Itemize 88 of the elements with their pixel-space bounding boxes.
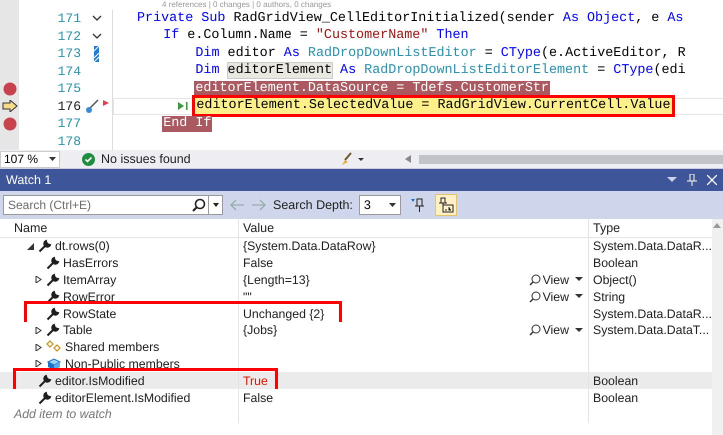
- wrench-icon: [46, 306, 60, 321]
- watch-value: False: [243, 256, 274, 270]
- breakpoint-icon[interactable]: [2, 82, 16, 96]
- watch-type: String: [593, 290, 626, 304]
- scroll-left-icon[interactable]: [404, 155, 411, 163]
- line-number: 174: [58, 62, 81, 80]
- line-number: 178: [58, 132, 81, 150]
- watch-name: Shared members: [65, 340, 160, 354]
- execution-arrow-icon: [2, 100, 18, 112]
- run-to-click-icon[interactable]: [177, 100, 190, 112]
- watch-name: Table: [63, 323, 92, 338]
- watch-name: RowError: [63, 290, 115, 304]
- wrench-icon: [46, 272, 60, 287]
- watch-value: {System.Data.DataRow}: [243, 239, 376, 254]
- watch-name: editorElement.IsModified: [55, 390, 190, 405]
- watch-type: System.Data.DataR...: [593, 239, 712, 254]
- search-icon: [528, 274, 541, 286]
- add-watch-field[interactable]: Add item to watch: [14, 407, 112, 422]
- watch-type: Boolean: [593, 256, 638, 270]
- watch-name: HasErrors: [63, 256, 118, 270]
- expanded-arrow-icon[interactable]: [27, 242, 34, 250]
- watch-name: dt.rows(0): [55, 239, 110, 254]
- wrench-icon: [46, 290, 60, 304]
- column-header[interactable]: Type: [593, 221, 620, 235]
- check-icon: [82, 152, 95, 166]
- code-line: Dim editorElement As RadDropDownListEditorElement = CType(edi: [194, 63, 687, 80]
- search-icon: [192, 198, 206, 212]
- code-line: If e.Column.Name = "CustomerName" Then: [162, 28, 470, 44]
- watch-name: Non-Public members: [65, 356, 180, 371]
- search-depth-label: Search Depth:: [273, 198, 353, 212]
- code-line: Dim editor As RadDropDownListEditor = CType(e.ActiveEditor, R: [194, 46, 687, 62]
- breakpoint-icon[interactable]: [2, 116, 16, 131]
- caret-icon: [575, 328, 585, 333]
- watch-value: False: [243, 390, 274, 405]
- view-button[interactable]: View: [526, 272, 588, 287]
- raw-view-toggle[interactable]: [434, 194, 457, 216]
- column-header[interactable]: Name: [14, 221, 48, 235]
- issues-status[interactable]: No issues found: [101, 152, 191, 166]
- wrench-icon: [38, 374, 52, 388]
- line-number: 176: [58, 98, 81, 115]
- search-depth-dropdown[interactable]: 3: [358, 195, 401, 215]
- search-icon: [528, 324, 541, 336]
- watch-name: editor.IsModified: [55, 374, 145, 388]
- view-button[interactable]: View: [526, 290, 588, 304]
- wrench-icon: [38, 239, 52, 254]
- search-field[interactable]: Search (Ctrl+E): [3, 195, 223, 215]
- watch-type: Boolean: [593, 374, 638, 388]
- watch-type: Boolean: [593, 390, 638, 405]
- caret-icon: [575, 277, 585, 282]
- line-number: 173: [58, 45, 81, 62]
- search-icon: [528, 290, 541, 303]
- watch-name: RowState: [63, 306, 116, 321]
- view-button[interactable]: View: [526, 323, 588, 338]
- caret-icon: [575, 294, 585, 300]
- caret-icon: [388, 203, 396, 207]
- line-number: 177: [58, 115, 81, 132]
- collapsed-arrow-icon[interactable]: [35, 360, 42, 368]
- watch-value: "": [243, 290, 252, 304]
- change-bar-icon: [94, 46, 99, 62]
- box-icon: [46, 356, 62, 371]
- dropdown-icon[interactable]: [208, 196, 222, 214]
- collapsed-arrow-icon[interactable]: [35, 276, 42, 284]
- wrench-icon: [38, 390, 52, 405]
- line-number: 172: [58, 28, 81, 45]
- watch-value: {Jobs}: [243, 323, 278, 338]
- horizontal-scrollbar[interactable]: [418, 154, 723, 164]
- vertical-scrollbar[interactable]: [712, 219, 723, 435]
- watch-value: {Length=13}: [243, 272, 310, 287]
- caret-icon: [49, 157, 56, 161]
- zoom-dropdown[interactable]: 107 %: [0, 150, 60, 168]
- wrench-icon: [46, 323, 60, 338]
- watch-type: System.Data.DataT...: [593, 323, 710, 338]
- watch-type: Object(): [593, 272, 637, 287]
- wrench-icon: [46, 256, 60, 270]
- code-line: Private Sub RadGridView_CellEditorInitialized(sender As Object, e As: [136, 10, 684, 27]
- collapsed-arrow-icon[interactable]: [35, 344, 42, 351]
- panel-title: Watch 1: [6, 173, 52, 187]
- pin-icon[interactable]: [687, 174, 697, 186]
- diamonds-icon: [46, 340, 62, 354]
- watch-name: ItemArray: [63, 272, 116, 287]
- close-icon[interactable]: [707, 175, 717, 185]
- watch-value: Unchanged {2}: [243, 306, 324, 321]
- line-number: 175: [58, 80, 81, 98]
- line-number: 171: [58, 10, 81, 28]
- watch-value: True: [243, 374, 268, 388]
- column-header[interactable]: Value: [243, 221, 274, 235]
- collapsed-arrow-icon[interactable]: [35, 326, 42, 334]
- watch-type: System.Data.DataR...: [593, 306, 712, 321]
